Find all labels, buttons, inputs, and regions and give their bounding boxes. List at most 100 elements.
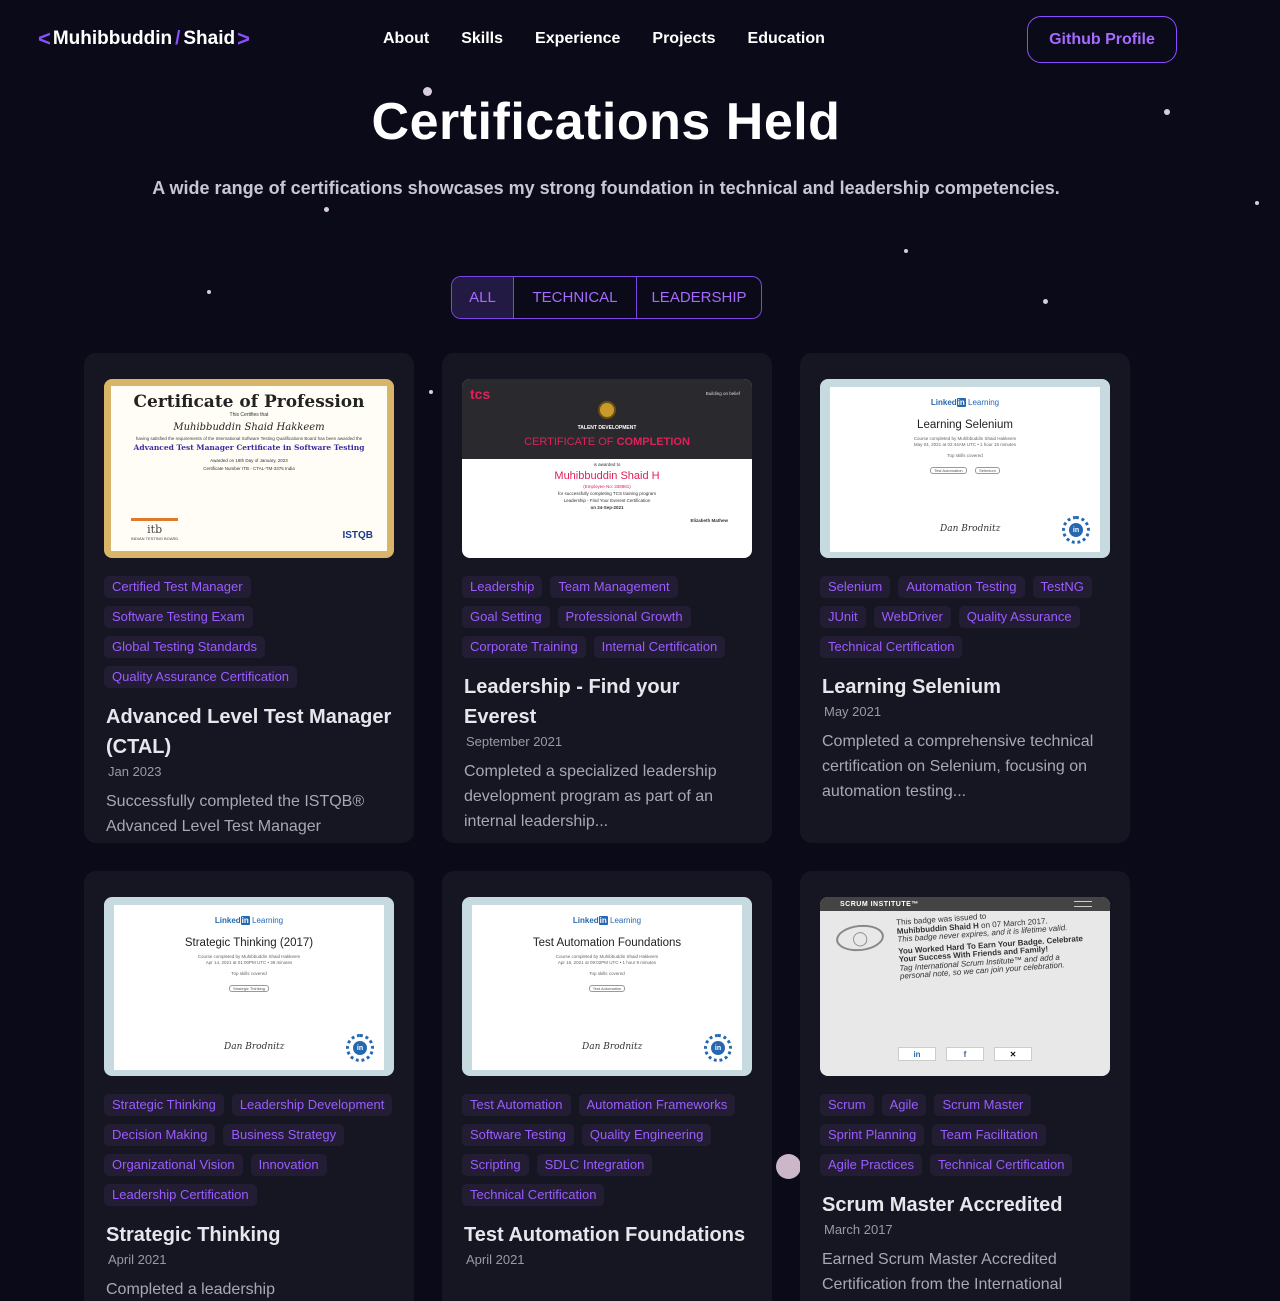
card-date: March 2017: [824, 1222, 893, 1237]
cert-text: INDIAN TESTING BOARD: [131, 536, 179, 541]
nav-link-education[interactable]: Education: [748, 30, 825, 48]
itb-logo: itb: [131, 518, 179, 536]
linkedin-share-icon[interactable]: in: [898, 1047, 936, 1061]
cert-heading: CERTIFICATE OF COMPLETION: [524, 436, 690, 448]
tag: SDLC Integration: [536, 1154, 653, 1176]
tag: Sprint Planning: [820, 1124, 925, 1146]
certification-card[interactable]: tcs Building on belief TALENT DEVELOPMEN…: [442, 353, 772, 843]
certification-card[interactable]: Linkedin Learning Strategic Thinking (20…: [84, 871, 414, 1301]
tag: Global Testing Standards: [104, 636, 266, 658]
tag: Leadership Certification: [104, 1184, 257, 1206]
tab-leadership[interactable]: LEADERSHIP: [637, 277, 761, 318]
cert-text: Apr 16, 2021 at 09:02PM UTC • 1 hour 9 m…: [557, 960, 657, 965]
star-decoration: [324, 207, 329, 212]
card-title: Advanced Level Test Manager (CTAL): [106, 706, 392, 758]
tag: TestNG: [1032, 576, 1092, 598]
badge-text: This badge was issued to Muhibbuddin Sha…: [895, 911, 1084, 981]
tag: Innovation: [250, 1154, 327, 1176]
cert-text: for successfully completing TCS training…: [558, 491, 656, 496]
chevron-right-icon: >: [237, 26, 250, 51]
linkedin-learning-logo: Linkedin Learning: [572, 916, 642, 925]
nav-link-skills[interactable]: Skills: [461, 30, 503, 48]
card-description: Successfully completed the ISTQB® Advanc…: [106, 793, 365, 835]
tag: Technical Certification: [462, 1184, 605, 1206]
tab-technical[interactable]: TECHNICAL: [514, 277, 637, 318]
card-title: Leadership - Find your Everest: [464, 676, 680, 728]
cert-course: Advanced Test Manager Certificate in Sof…: [133, 443, 365, 452]
tag: Organizational Vision: [104, 1154, 243, 1176]
tag: Certified Test Manager: [104, 576, 251, 598]
cert-name: Muhibbuddin Shaid H: [554, 470, 660, 482]
cert-text: Certificate Number ITB - CTAL-TM-3375 In…: [203, 466, 295, 471]
tag: Agile: [881, 1094, 927, 1116]
cert-text: Leadership - Find Your Everest Certifica…: [563, 498, 651, 503]
nav-link-about[interactable]: About: [383, 30, 429, 48]
cert-name: Muhibbuddin Shaid Hakkeem: [173, 422, 325, 433]
star-decoration: [1043, 299, 1048, 304]
tag: Automation Testing: [898, 576, 1025, 598]
card-title: Learning Selenium: [822, 676, 1001, 698]
certification-card[interactable]: Linkedin Learning Test Automation Founda…: [442, 871, 772, 1301]
tag: WebDriver: [873, 606, 951, 628]
site-logo[interactable]: < Muhibbuddin / Shaid >: [38, 26, 250, 52]
logo-slash: /: [175, 28, 181, 49]
tag: Leadership: [462, 576, 543, 598]
tag: Strategic Thinking: [104, 1094, 224, 1116]
tag: Software Testing Exam: [104, 606, 253, 628]
cert-text: on 24-Sep-2021: [590, 505, 624, 510]
card-description: Completed a comprehensive technical cert…: [822, 733, 1094, 800]
certificate-image: Linkedin Learning Test Automation Founda…: [462, 897, 752, 1076]
cert-skill: Strategic Thinking: [229, 985, 269, 992]
card-title: Scrum Master Accredited: [822, 1194, 1063, 1216]
star-decoration: [207, 290, 211, 294]
certification-card[interactable]: SCRUM INSTITUTE™ ◯ This badge was issued…: [800, 871, 1130, 1301]
tag: Test Automation: [462, 1094, 571, 1116]
cert-text: TALENT DEVELOPMENT: [577, 425, 637, 431]
x-share-icon[interactable]: ✕: [994, 1047, 1032, 1061]
card-date: Jan 2023: [108, 764, 162, 779]
tag: Professional Growth: [557, 606, 691, 628]
card-date: April 2021: [466, 1252, 525, 1267]
card-title: Test Automation Foundations: [464, 1224, 746, 1246]
certification-card[interactable]: Linkedin Learning Learning Selenium Cour…: [800, 353, 1130, 843]
certificate-image: Linkedin Learning Learning Selenium Cour…: [820, 379, 1110, 558]
cert-text: May 04, 2021 at 02:44AM UTC • 1 hour 15 …: [913, 442, 1017, 447]
scrum-institute-logo: SCRUM INSTITUTE™: [840, 900, 919, 908]
cert-text: This Certifies that: [229, 412, 269, 418]
card-date: May 2021: [824, 704, 882, 719]
card-date: September 2021: [466, 734, 563, 749]
cert-skill: Test Automation: [588, 985, 626, 992]
page-subtitle: A wide range of certifications showcases…: [152, 178, 1060, 198]
star-decoration: [904, 249, 908, 253]
tag-list: Certified Test Manager Software Testing …: [104, 576, 394, 688]
facebook-share-icon[interactable]: f: [946, 1047, 984, 1061]
tag: Scrum: [820, 1094, 874, 1116]
nav-link-experience[interactable]: Experience: [535, 30, 620, 48]
tag-list: Selenium Automation Testing TestNG JUnit…: [820, 576, 1110, 658]
cert-text: Building on belief: [705, 391, 740, 396]
cert-text: is awarded to: [593, 462, 621, 467]
card-description: Completed a specialized leadership devel…: [464, 763, 717, 830]
linkedin-learning-logo: Linkedin Learning: [214, 916, 284, 925]
tag: Quality Assurance Certification: [104, 666, 298, 688]
signature: Dan Brodnitz: [940, 524, 1001, 534]
cert-course: Test Automation Foundations: [532, 937, 682, 949]
certification-card[interactable]: Certificate of Profession This Certifies…: [84, 353, 414, 843]
tag: JUnit: [820, 606, 866, 628]
tag: Technical Certification: [929, 1154, 1073, 1176]
signature: Dan Brodnitz: [582, 1042, 643, 1052]
linkedin-badge-icon: in: [346, 1034, 374, 1062]
cert-heading: Certificate of Profession: [133, 392, 365, 412]
star-decoration: [429, 390, 433, 394]
cert-skill: Selenium: [975, 467, 1000, 474]
logo-last-name: Shaid: [183, 28, 236, 49]
tab-all[interactable]: ALL: [452, 277, 514, 318]
github-profile-button[interactable]: Github Profile: [1027, 16, 1177, 63]
page-title: Certifications Held: [371, 93, 841, 151]
linkedin-badge-icon: in: [1062, 516, 1090, 544]
tag: Scrum Master: [934, 1094, 1032, 1116]
nav-link-projects[interactable]: Projects: [652, 30, 715, 48]
tag: Business Strategy: [223, 1124, 345, 1146]
tag: Team Facilitation: [932, 1124, 1046, 1146]
cert-text: (Employee No: 338881): [583, 484, 631, 489]
